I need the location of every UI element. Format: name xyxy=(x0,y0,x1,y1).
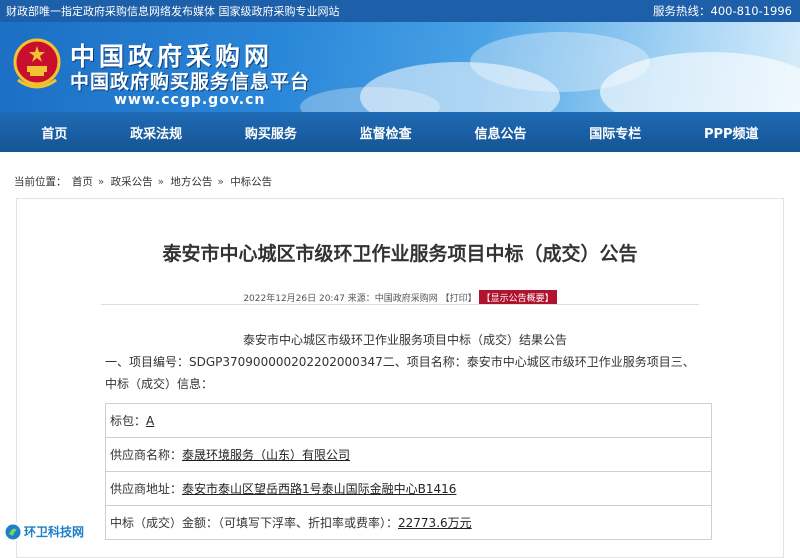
article-meta-text: 2022年12月26日 20:47 来源：中国政府采购网 【打印】 xyxy=(243,294,477,304)
table-row: 标包：A xyxy=(105,403,712,438)
nav-international[interactable]: 国际专栏 xyxy=(589,123,641,142)
table-row: 中标（成交）金额：（可填写下浮率、折扣率或费率）：22773.6万元 xyxy=(105,505,712,540)
breadcrumb-procurement[interactable]: 政采公告 xyxy=(111,176,153,188)
lot-value: A xyxy=(146,414,155,428)
table-cell: 中标（成交）金额：（可填写下浮率、折扣率或费率）：22773.6万元 xyxy=(105,505,712,540)
breadcrumb-award[interactable]: 中标公告 xyxy=(230,176,272,188)
nav-ppp[interactable]: PPP频道 xyxy=(704,123,759,142)
service-hotline: 服务热线：400-810-1996 xyxy=(653,4,792,18)
paragraph-line: 一、项目编号：SDGP370900000202202000347二、项目名称：泰… xyxy=(105,355,695,369)
watermark-text: 环卫科技网 xyxy=(24,525,85,539)
nav-regulations[interactable]: 政采法规 xyxy=(130,123,182,142)
nav-purchase-services[interactable]: 购买服务 xyxy=(245,123,297,142)
table-row: 供应商名称：泰晟环境服务（山东）有限公司 xyxy=(105,437,712,472)
breadcrumb-local[interactable]: 地方公告 xyxy=(170,176,212,188)
nav-supervision[interactable]: 监督检查 xyxy=(360,123,412,142)
table-cell: 标包：A xyxy=(105,403,712,438)
main-nav: 首页 政采法规 购买服务 监督检查 信息公告 国际专栏 PPP频道 xyxy=(0,112,800,152)
supplier-name-value: 泰晟环境服务（山东）有限公司 xyxy=(182,448,351,462)
top-info-bar: 财政部唯一指定政府采购信息网络发布媒体 国家级政府采购专业网站 服务热线：400… xyxy=(0,0,800,22)
site-url: www.ccgp.gov.cn xyxy=(114,92,266,108)
nav-home[interactable]: 首页 xyxy=(41,123,67,142)
recycle-leaf-icon xyxy=(5,524,21,539)
divider xyxy=(101,304,699,305)
topbar-slogan: 财政部唯一指定政府采购信息网络发布媒体 国家级政府采购专业网站 xyxy=(6,5,340,18)
paragraph-line: 中标（成交）信息： xyxy=(105,377,214,391)
article-title: 泰安市中心城区市级环卫作业服务项目中标（成交）公告 xyxy=(162,243,638,265)
table-cell: 供应商名称：泰晟环境服务（山东）有限公司 xyxy=(105,437,712,472)
breadcrumb: 当前位置： 首页» 政采公告» 地方公告» 中标公告 xyxy=(14,176,273,188)
site-banner: 中国政府采购网 中国政府购买服务信息平台 www.ccgp.gov.cn xyxy=(0,22,800,112)
breadcrumb-label: 当前位置： xyxy=(14,176,67,188)
breadcrumb-home[interactable]: 首页 xyxy=(72,176,93,188)
watermark: 环卫科技网 xyxy=(4,522,89,541)
article-body: 泰安市中心城区市级环卫作业服务项目中标（成交）结果公告 一、项目编号：SDGP3… xyxy=(105,329,705,395)
table-row: 供应商地址：泰安市泰山区望岳西路1号泰山国际金融中心B1416 xyxy=(105,471,712,506)
table-cell: 供应商地址：泰安市泰山区望岳西路1号泰山国际金融中心B1416 xyxy=(105,471,712,506)
show-summary-button[interactable]: 【显示公告概要】 xyxy=(478,290,557,305)
result-heading: 泰安市中心城区市级环卫作业服务项目中标（成交）结果公告 xyxy=(242,333,567,347)
award-amount-value: 22773.6万元 xyxy=(398,516,472,530)
supplier-address-value: 泰安市泰山区望岳西路1号泰山国际金融中心B1416 xyxy=(182,482,457,496)
national-emblem-icon xyxy=(13,38,61,89)
site-subtitle: 中国政府购买服务信息平台 xyxy=(70,71,311,93)
nav-announcements[interactable]: 信息公告 xyxy=(474,123,526,142)
article-card: 泰安市中心城区市级环卫作业服务项目中标（成交）公告 2022年12月26日 20… xyxy=(16,198,784,558)
article-meta: 2022年12月26日 20:47 来源：中国政府采购网 【打印】 【显示公告概要… xyxy=(17,290,783,305)
award-info-table: 标包：A 供应商名称：泰晟环境服务（山东）有限公司 供应商地址：泰安市泰山区望岳… xyxy=(105,403,712,540)
